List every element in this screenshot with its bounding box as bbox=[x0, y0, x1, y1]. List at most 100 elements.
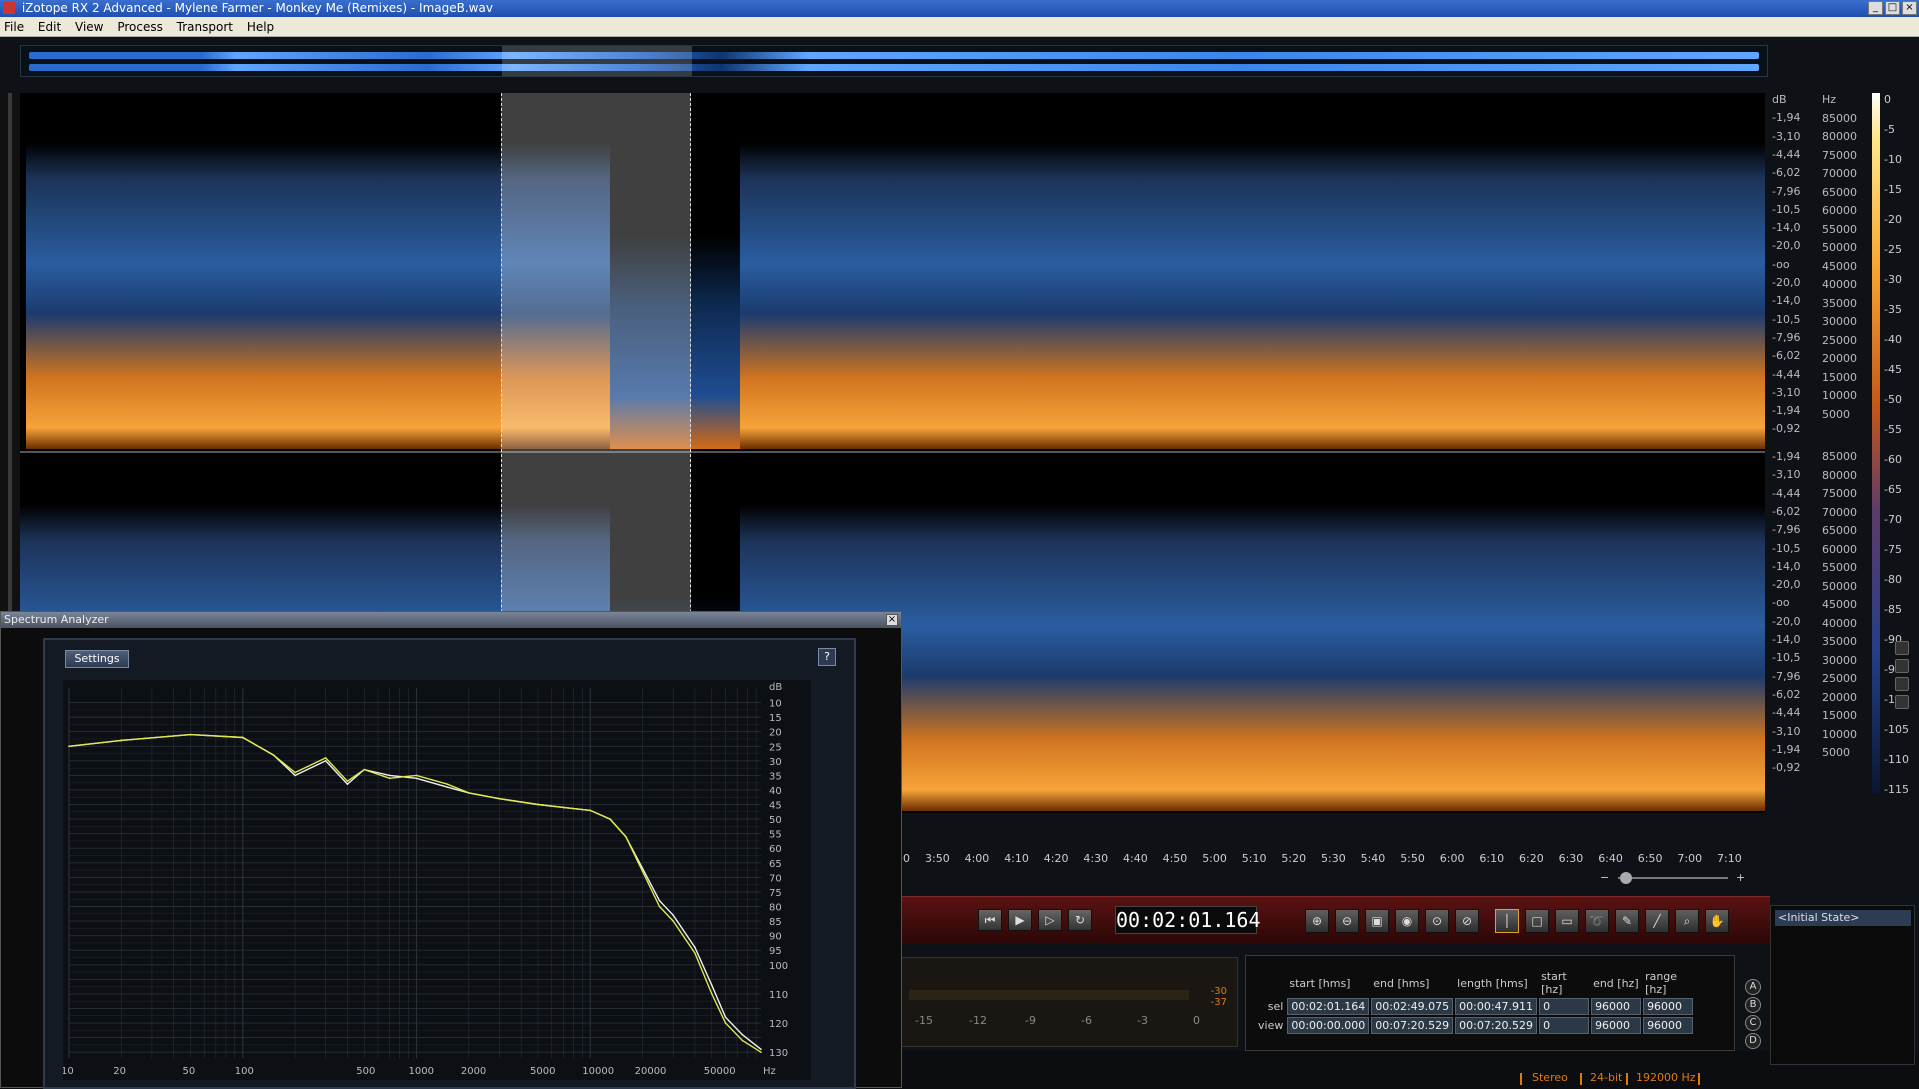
hz-scale-label: 50000 bbox=[1822, 241, 1857, 254]
spectrum-point bbox=[672, 920, 675, 922]
time-select-tool-icon[interactable]: │ bbox=[1495, 909, 1519, 933]
spectrum-point bbox=[446, 786, 448, 788]
zoom-in-freq-icon[interactable]: ⊙ bbox=[1425, 909, 1449, 933]
rect-select-tool-icon[interactable]: □ bbox=[1525, 909, 1549, 933]
zoom-full-icon[interactable]: ◉ bbox=[1395, 909, 1419, 933]
status-bit-depth: 24-bit bbox=[1590, 1071, 1623, 1084]
play-selection-button[interactable]: ▷ bbox=[1038, 909, 1062, 931]
minimize-button[interactable]: _ bbox=[1868, 1, 1883, 15]
hz-scale-label: 30000 bbox=[1822, 653, 1857, 667]
db-scale-label: -14,0 bbox=[1772, 559, 1801, 573]
sel-end-hz-field[interactable]: 96000 bbox=[1591, 998, 1642, 1015]
x-tick-label: 100 bbox=[235, 1066, 254, 1077]
compare-d-button[interactable]: D bbox=[1745, 1033, 1761, 1049]
compare-a-button[interactable]: A bbox=[1745, 979, 1761, 995]
spectrum-analyzer-window: Spectrum Analyzer × Settings ? dB 10 15 20 2… bbox=[0, 611, 902, 1089]
overview-selection[interactable] bbox=[502, 46, 692, 76]
sel-range-hz-field[interactable]: 96000 bbox=[1643, 998, 1694, 1015]
db-scale-label: -3,10 bbox=[1772, 468, 1801, 482]
db-scale-label: -14,0 bbox=[1772, 294, 1801, 308]
freq-select-tool-icon[interactable]: ▭ bbox=[1555, 909, 1579, 933]
spectrum-point bbox=[624, 835, 627, 838]
spectrum-point bbox=[446, 783, 448, 785]
loop-button[interactable]: ↻ bbox=[1068, 909, 1092, 931]
color-scale-label: -45 bbox=[1884, 363, 1902, 376]
compare-c-button[interactable]: C bbox=[1745, 1015, 1761, 1031]
zoom-selection-icon[interactable]: ▣ bbox=[1365, 909, 1389, 933]
window-titlebar: iZotope RX 2 Advanced - Mylene Farmer - … bbox=[0, 0, 1919, 17]
lasso-tool-icon[interactable]: ➰ bbox=[1585, 909, 1609, 933]
menu-transport[interactable]: Transport bbox=[177, 20, 233, 34]
sel-length-field[interactable]: 00:00:47.911 bbox=[1455, 998, 1538, 1015]
menu-help[interactable]: Help bbox=[247, 20, 274, 34]
spectrum-point bbox=[346, 780, 349, 783]
spectrum-point bbox=[415, 774, 418, 777]
view-length-field[interactable]: 00:07:20.529 bbox=[1455, 1017, 1538, 1034]
spectrum-point bbox=[641, 870, 644, 873]
magic-wand-icon[interactable]: ╱ bbox=[1645, 909, 1669, 933]
history-item[interactable]: <Initial State> bbox=[1775, 910, 1911, 926]
zoom-track[interactable] bbox=[1618, 877, 1728, 879]
analyzer-titlebar[interactable]: Spectrum Analyzer × bbox=[1, 612, 901, 628]
zoom-in-icon[interactable]: + bbox=[1736, 871, 1745, 884]
waveform-overview[interactable] bbox=[20, 45, 1768, 77]
y-tick-label: 60 bbox=[769, 844, 782, 855]
time-axis-label: 6:10 bbox=[1479, 852, 1505, 865]
vertical-zoom-slider[interactable] bbox=[1895, 659, 1909, 673]
zoom-in-vertical-icon[interactable] bbox=[1895, 641, 1909, 655]
view-row: view 00:00:00.000 00:07:20.529 00:07:20.… bbox=[1258, 1017, 1694, 1034]
brush-tool-icon[interactable]: ✎ bbox=[1615, 909, 1639, 933]
transport-bar: ⏮ ▶ ▷ ↻ 00:02:01.164 ⊕ ⊖ ▣ ◉ ⊙ ⊘ │ □ ▭ ➰… bbox=[900, 896, 1770, 944]
channel-left[interactable] bbox=[20, 93, 1765, 449]
db-scale-label: -1,94 bbox=[1772, 450, 1801, 463]
zoom-out-icon[interactable]: − bbox=[1600, 871, 1609, 884]
sel-start-field[interactable]: 00:02:01.164 bbox=[1287, 998, 1370, 1015]
settings-button[interactable]: Settings bbox=[65, 650, 129, 668]
play-button[interactable]: ▶ bbox=[1008, 909, 1032, 931]
main-area: dB -1,94 -3,10 -4,44 -6,02 -7,96 -10,5 -14,0 -20… bbox=[0, 37, 1919, 1089]
view-end-field[interactable]: 00:07:20.529 bbox=[1371, 1017, 1454, 1034]
zoom-out-vertical-icon[interactable] bbox=[1895, 677, 1909, 691]
spectrum-point bbox=[468, 792, 470, 794]
color-scale-label: -30 bbox=[1884, 273, 1902, 286]
meter-label: -15 bbox=[915, 1014, 933, 1027]
view-range-hz-field[interactable]: 96000 bbox=[1643, 1017, 1694, 1034]
hz-scale-label: 30000 bbox=[1822, 315, 1857, 328]
time-axis-label: 4:00 bbox=[964, 852, 990, 865]
db-scale-label: -20,0 bbox=[1772, 276, 1801, 289]
zoom-out-freq-icon[interactable]: ⊘ bbox=[1455, 909, 1479, 933]
spectrum-plot[interactable]: dB 10 15 20 25 30 35 40 45 50 55 60 65 70 75 80 85 90 95 10… bbox=[63, 680, 811, 1080]
analyzer-close-button[interactable]: × bbox=[886, 614, 898, 626]
col-start-hz: start [hz] bbox=[1541, 970, 1567, 996]
menu-process[interactable]: Process bbox=[117, 20, 163, 34]
db-scale-label: -10,5 bbox=[1772, 312, 1801, 326]
meter-label: -12 bbox=[969, 1014, 987, 1027]
maximize-button[interactable]: □ bbox=[1885, 1, 1900, 15]
menu-edit[interactable]: Edit bbox=[38, 20, 61, 34]
sel-end-field[interactable]: 00:02:49.075 bbox=[1371, 998, 1454, 1015]
hand-tool-icon[interactable]: ✋ bbox=[1705, 909, 1729, 933]
zoom-out-time-icon[interactable]: ⊖ bbox=[1335, 909, 1359, 933]
time-axis-label: 5:40 bbox=[1360, 852, 1386, 865]
db-scale-label: -14,0 bbox=[1772, 633, 1801, 646]
menu-view[interactable]: View bbox=[75, 20, 103, 34]
view-start-field[interactable]: 00:00:00.000 bbox=[1287, 1017, 1370, 1034]
view-end-hz-field[interactable]: 96000 bbox=[1591, 1017, 1642, 1034]
zoom-in-time-icon[interactable]: ⊕ bbox=[1305, 909, 1329, 933]
help-button[interactable]: ? bbox=[818, 648, 836, 666]
y-tick-label: 75 bbox=[769, 888, 782, 899]
db-scale-label: -0,92 bbox=[1772, 422, 1801, 436]
close-window-button[interactable]: × bbox=[1902, 1, 1917, 15]
hz-scale-label: 35000 bbox=[1822, 296, 1857, 310]
view-start-hz-field[interactable]: 0 bbox=[1539, 1017, 1590, 1034]
db-scale-label: -7,96 bbox=[1772, 523, 1801, 537]
to-start-button[interactable]: ⏮ bbox=[978, 909, 1002, 931]
compare-b-button[interactable]: B bbox=[1745, 997, 1761, 1013]
zoom-tool-icon[interactable]: ⌕ bbox=[1675, 909, 1699, 933]
spectrum-point bbox=[346, 783, 349, 785]
zoom-slider-handle[interactable] bbox=[1620, 872, 1632, 884]
sel-start-hz-field[interactable]: 0 bbox=[1539, 998, 1590, 1015]
spectrum-point bbox=[694, 946, 696, 949]
menu-file[interactable]: File bbox=[4, 20, 24, 34]
colormap-slider[interactable] bbox=[1895, 695, 1909, 709]
